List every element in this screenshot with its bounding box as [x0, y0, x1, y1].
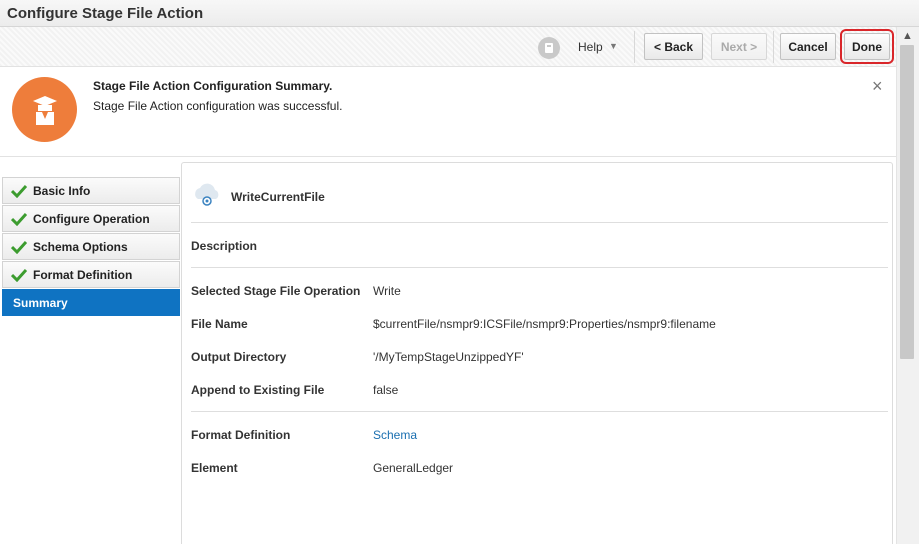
- done-button[interactable]: Done: [840, 29, 894, 64]
- toolbar-divider: [773, 31, 774, 63]
- vertical-scrollbar[interactable]: ▲: [896, 27, 919, 544]
- confirmation-banner: Stage File Action Configuration Summary.…: [0, 67, 896, 157]
- check-icon: [11, 240, 27, 254]
- divider: [191, 411, 888, 412]
- dialog-title: Configure Stage File Action: [7, 5, 204, 22]
- chevron-down-icon[interactable]: ▼: [609, 41, 618, 51]
- field-label: Format Definition: [191, 428, 291, 442]
- field-value: '/MyTempStageUnzippedYF': [373, 350, 524, 364]
- cloud-icon: [195, 183, 219, 206]
- step-label: Summary: [13, 295, 68, 310]
- field-label: Output Directory: [191, 350, 287, 364]
- description-label: Description: [191, 239, 258, 253]
- step-schema-options[interactable]: Schema Options: [2, 233, 180, 260]
- help-icon[interactable]: [538, 37, 560, 59]
- schema-link[interactable]: Schema: [373, 428, 417, 442]
- check-icon: [11, 184, 27, 198]
- step-basic-info[interactable]: Basic Info: [2, 177, 180, 204]
- close-icon[interactable]: ×: [872, 77, 883, 95]
- next-button[interactable]: Next >: [711, 33, 767, 60]
- field-value: Write: [373, 284, 401, 298]
- field-label: Element: [191, 461, 238, 475]
- field-value: $currentFile/nsmpr9:ICSFile/nsmpr9:Prope…: [373, 317, 716, 331]
- step-format-definition[interactable]: Format Definition: [2, 261, 180, 288]
- step-label: Basic Info: [33, 183, 91, 198]
- step-summary[interactable]: Summary: [2, 289, 180, 316]
- step-label: Format Definition: [33, 267, 133, 282]
- scrollbar-thumb[interactable]: [900, 45, 914, 359]
- wizard-steps: Basic Info Configure Operation Schema Op…: [2, 177, 180, 317]
- divider: [191, 267, 888, 268]
- field-label: Selected Stage File Operation: [191, 284, 361, 298]
- summary-panel: WriteCurrentFile Description Selected St…: [181, 162, 893, 544]
- field-value: false: [373, 383, 399, 397]
- banner-title: Stage File Action Configuration Summary.: [93, 79, 333, 93]
- check-icon: [11, 212, 27, 226]
- action-name: WriteCurrentFile: [231, 190, 325, 204]
- step-configure-operation[interactable]: Configure Operation: [2, 205, 180, 232]
- field-label: File Name: [191, 317, 248, 331]
- check-icon: [11, 268, 27, 282]
- wizard-toolbar: Help ▼ < Back Next > Cancel Done: [0, 27, 896, 67]
- user-icon: [12, 77, 77, 142]
- step-label: Configure Operation: [33, 211, 150, 226]
- field-value: GeneralLedger: [373, 461, 454, 475]
- scroll-up-icon[interactable]: ▲: [902, 30, 913, 42]
- toolbar-divider: [634, 31, 635, 63]
- cancel-button[interactable]: Cancel: [780, 33, 836, 60]
- step-label: Schema Options: [33, 239, 128, 254]
- banner-message: Stage File Action configuration was succ…: [93, 99, 343, 113]
- divider: [191, 222, 888, 223]
- field-label: Append to Existing File: [191, 383, 325, 397]
- back-button[interactable]: < Back: [644, 33, 703, 60]
- dialog-titlebar: Configure Stage File Action: [0, 0, 919, 27]
- help-menu-label[interactable]: Help: [578, 40, 603, 54]
